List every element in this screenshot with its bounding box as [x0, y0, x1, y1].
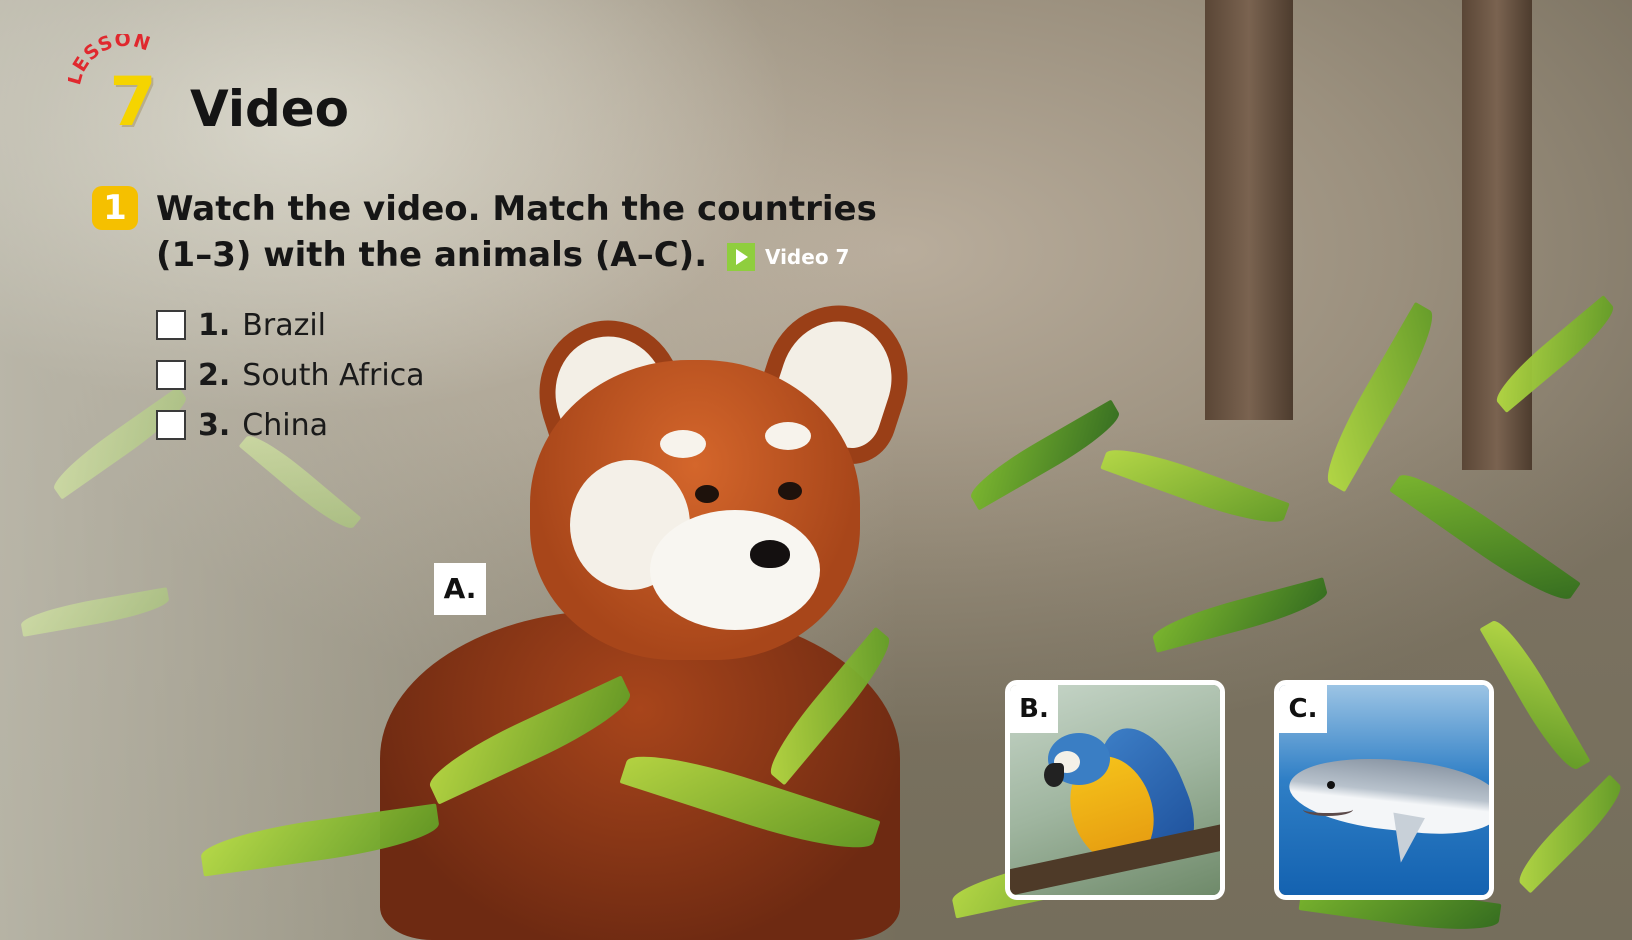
list-item: 1. Brazil	[156, 300, 425, 350]
red-panda-eye	[778, 482, 802, 500]
red-panda-nose	[750, 540, 790, 568]
red-panda-eye	[695, 485, 719, 503]
shark-eye	[1327, 781, 1335, 789]
answer-checkbox-3[interactable]	[156, 410, 186, 440]
red-panda-brow	[660, 430, 706, 458]
exercise-instruction: Watch the video. Match the countries (1–…	[156, 186, 916, 280]
answer-checkbox-2[interactable]	[156, 360, 186, 390]
country-label: Brazil	[242, 307, 326, 343]
red-panda-brow	[765, 422, 811, 450]
exercise-number-badge: 1	[92, 186, 138, 230]
parrot-beak	[1044, 763, 1064, 787]
country-label: China	[242, 407, 328, 443]
item-number: 2.	[198, 357, 231, 393]
animal-label-b: B.	[1010, 685, 1058, 733]
shark-mouth	[1303, 803, 1353, 816]
video-label: Video 7	[764, 244, 850, 269]
video-link[interactable]: Video 7	[726, 234, 850, 280]
lesson-number: 7	[109, 63, 157, 142]
item-number: 3.	[198, 407, 231, 443]
country-list: 1. Brazil 2. South Africa 3. China	[156, 300, 425, 450]
country-label: South Africa	[242, 357, 425, 393]
tree-trunk	[1205, 0, 1293, 420]
lesson-badge: LESSON 7	[68, 34, 178, 144]
shark-photo: C.	[1274, 680, 1494, 900]
item-number: 1.	[198, 307, 231, 343]
animal-label-c: C.	[1279, 685, 1327, 733]
list-item: 3. China	[156, 400, 425, 450]
list-item: 2. South Africa	[156, 350, 425, 400]
red-panda-muzzle	[650, 510, 820, 630]
page-title: Video	[190, 80, 350, 138]
parrot-photo: B.	[1005, 680, 1225, 900]
answer-checkbox-1[interactable]	[156, 310, 186, 340]
animal-label-a: A.	[434, 563, 486, 615]
play-icon[interactable]	[726, 242, 755, 271]
